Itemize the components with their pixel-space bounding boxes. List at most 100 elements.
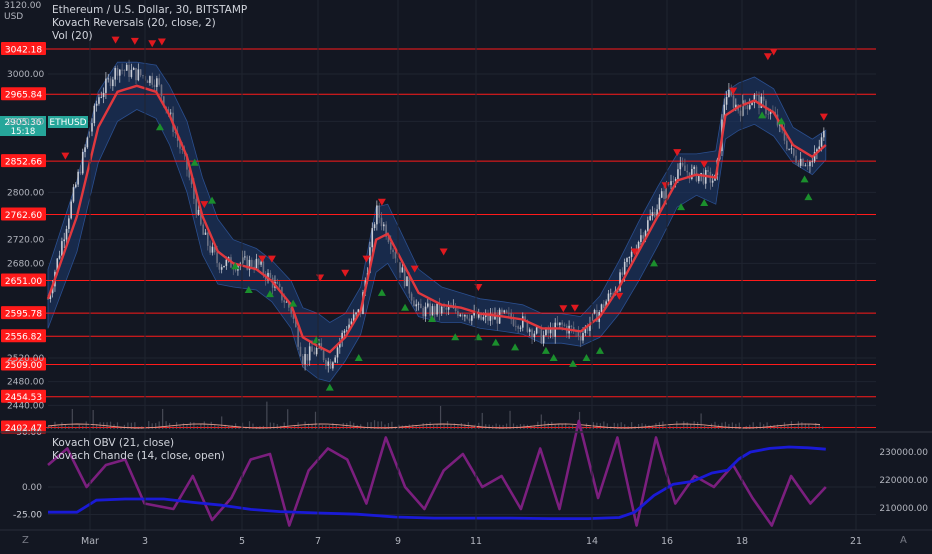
candle-body — [429, 303, 431, 316]
candle-body — [603, 304, 605, 308]
candle-body — [767, 113, 770, 115]
candle-body — [672, 181, 675, 182]
volume-bar — [464, 423, 466, 429]
candle-body — [334, 357, 336, 363]
candle-body — [311, 346, 313, 352]
candle-body — [503, 310, 506, 313]
volume-bar — [783, 422, 786, 429]
candle-body — [403, 267, 406, 287]
candle-body — [501, 309, 503, 313]
candle-body — [623, 261, 626, 275]
auto-scale-button[interactable]: A — [900, 535, 907, 546]
level-label[interactable]: 3042.18 — [1, 42, 46, 56]
candle-body — [128, 64, 130, 77]
volume-bar — [321, 425, 324, 429]
candle-body — [600, 304, 603, 313]
candle-body — [746, 105, 749, 110]
volume-bar — [603, 421, 605, 429]
candle-body — [679, 162, 682, 170]
volume-bar — [165, 421, 167, 429]
zoom-button[interactable]: Z — [22, 535, 29, 546]
candle-body — [642, 235, 645, 239]
candle-body — [748, 105, 751, 110]
level-label[interactable]: 2556.82 — [1, 329, 46, 343]
volume-bar — [68, 426, 70, 429]
candle-body — [392, 249, 394, 253]
candle-body — [468, 318, 471, 321]
time-tick-label: 11 — [470, 536, 482, 547]
level-label[interactable]: 2595.78 — [1, 306, 46, 320]
candle-body — [276, 281, 279, 284]
candle-body — [755, 94, 758, 96]
candle-body — [255, 258, 258, 269]
trading-chart[interactable]: 3042.18 2965.84 2852.66 2762.60 2651.00 2595.… — [0, 0, 932, 550]
osc-tick-label: 0.00 — [22, 483, 42, 493]
level-label[interactable]: 2965.84 — [1, 87, 46, 101]
candle-body — [327, 361, 330, 366]
price-axis-top-label: 3120.00 — [4, 1, 41, 11]
candle-body — [79, 171, 82, 174]
volume-bar — [443, 424, 445, 429]
candle-body — [436, 303, 438, 315]
candle-body — [422, 308, 424, 317]
legend-symbol[interactable]: Ethereum / U.S. Dollar, 30, BITSTAMP — [52, 4, 247, 17]
candle-body — [376, 205, 378, 225]
level-label[interactable]: 2852.66 — [1, 154, 46, 168]
volume-bar — [686, 422, 688, 429]
candle-body — [528, 329, 531, 332]
volume-bar — [637, 424, 640, 429]
legend-chande[interactable]: Kovach Chande (14, close, open) — [52, 450, 225, 463]
candle-body — [146, 80, 149, 83]
candle-body — [225, 259, 228, 266]
candle-body — [308, 346, 311, 361]
candle-body — [118, 69, 121, 76]
level-label-text: 2852.66 — [5, 158, 42, 168]
legend-reversals[interactable]: Kovach Reversals (20, close, 2) — [52, 17, 247, 30]
volume-bar — [780, 425, 782, 429]
candle-body — [121, 69, 123, 71]
volume-bar — [203, 421, 205, 429]
candle-body — [299, 346, 302, 357]
volume-bar — [92, 409, 94, 429]
candle-body — [72, 187, 75, 202]
volume-bar — [460, 422, 463, 429]
candle-body — [417, 303, 420, 305]
candle-body — [211, 246, 214, 253]
candle-body — [209, 245, 211, 253]
candle-body — [517, 326, 519, 329]
chart-root[interactable]: 3042.18 2965.84 2852.66 2762.60 2651.00 2595.… — [0, 0, 932, 550]
candle-body — [440, 306, 443, 314]
candle-body — [114, 67, 116, 80]
candle-body — [283, 300, 286, 303]
level-label[interactable]: 2651.00 — [1, 273, 46, 287]
time-tick-label: 16 — [661, 536, 673, 547]
candle-body — [788, 148, 790, 150]
volume-bar — [818, 424, 820, 429]
legend-volume[interactable]: Vol (20) — [52, 30, 247, 43]
candle-body — [371, 228, 374, 248]
candle-body — [156, 78, 158, 88]
currency-label: USD — [4, 12, 23, 22]
candle-body — [216, 252, 218, 264]
candle-body — [202, 224, 204, 235]
volume-bar — [314, 411, 317, 429]
volume-bar — [304, 421, 306, 429]
candle-body — [278, 283, 281, 287]
candle-body — [380, 217, 383, 227]
candle-body — [91, 123, 93, 132]
level-label-text: 2762.60 — [5, 211, 42, 221]
level-label[interactable]: 2762.60 — [1, 207, 46, 221]
volume-bar — [290, 426, 292, 429]
volume-bar — [172, 426, 174, 429]
candle-body — [420, 303, 422, 309]
legend-obv[interactable]: Kovach OBV (21, close) — [52, 437, 225, 450]
obv-tick-label: 220000.00 — [879, 476, 928, 486]
volume-bar — [61, 422, 63, 429]
volume-bar — [745, 425, 747, 429]
volume-bar — [221, 416, 223, 429]
candle-body — [762, 96, 765, 101]
candle-body — [711, 180, 714, 183]
candle-body — [459, 314, 462, 317]
volume-bar — [707, 426, 709, 429]
candle-body — [160, 84, 163, 97]
